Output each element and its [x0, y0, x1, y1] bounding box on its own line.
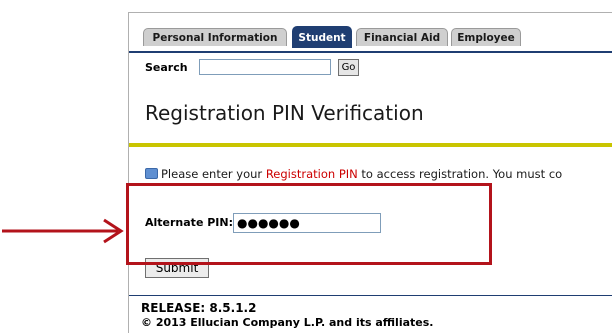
copyright-notice: © 2013 Ellucian Company L.P. and its aff…	[141, 316, 434, 329]
footer-divider	[129, 295, 612, 296]
speech-bubble-icon	[145, 168, 158, 179]
annotation-highlight-box	[126, 183, 492, 265]
search-label: Search	[145, 61, 188, 74]
tab-student[interactable]: Student	[292, 26, 352, 48]
go-button[interactable]: Go	[338, 59, 359, 76]
title-divider	[129, 143, 612, 147]
search-input[interactable]	[199, 59, 331, 75]
tab-bar: Personal Information Student Financial A…	[129, 23, 612, 53]
release-version: RELEASE: 8.5.1.2	[141, 301, 257, 315]
tab-financial-aid[interactable]: Financial Aid	[356, 28, 448, 46]
tab-personal-information[interactable]: Personal Information	[143, 28, 287, 46]
info-suffix: to access registration. You must co	[357, 167, 563, 181]
browser-page: Personal Information Student Financial A…	[128, 12, 612, 333]
page-title: Registration PIN Verification	[145, 101, 424, 125]
info-message: Please enter your Registration PIN to ac…	[145, 167, 562, 181]
tab-employee[interactable]: Employee	[451, 28, 521, 46]
info-prefix: Please enter your	[161, 167, 266, 181]
registration-pin-link[interactable]: Registration PIN	[266, 167, 358, 181]
arrow-right-icon	[2, 218, 124, 244]
